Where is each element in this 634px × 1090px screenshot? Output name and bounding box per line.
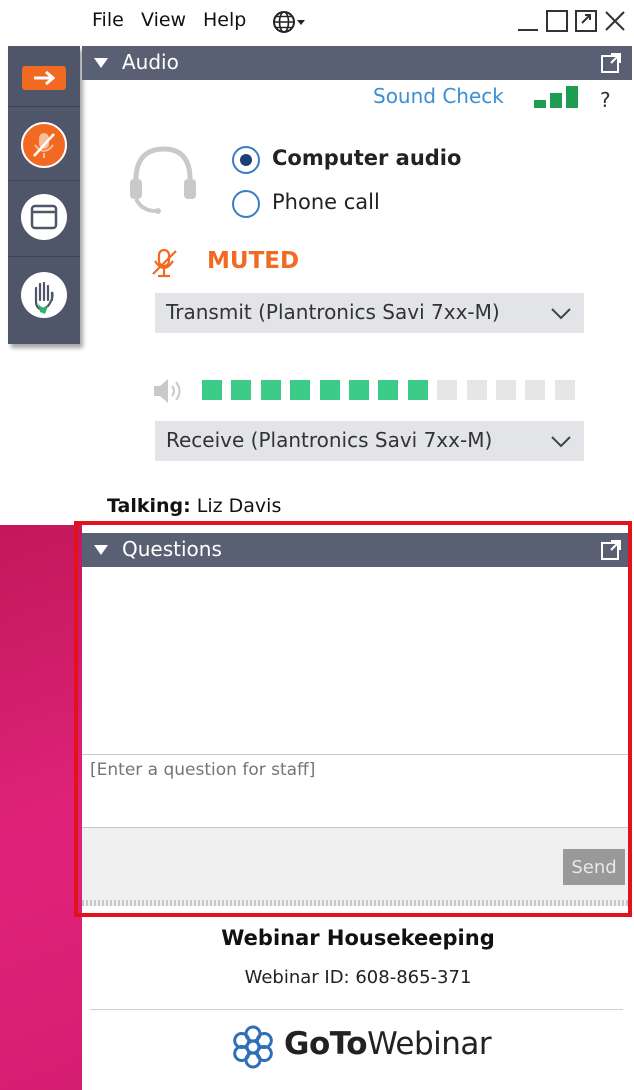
collapse-triangle-icon[interactable] — [94, 58, 108, 68]
questions-panel-title: Questions — [122, 537, 222, 561]
volume-segment — [260, 380, 281, 400]
receive-device-value: Receive (Plantronics Savi 7xx-M) — [166, 428, 493, 452]
gotowebinar-logo-icon — [233, 1025, 273, 1069]
raise-hand-icon[interactable] — [21, 272, 67, 318]
volume-segment — [202, 380, 222, 400]
resize-grip[interactable] — [82, 900, 630, 906]
control-toolbar — [8, 46, 80, 344]
volume-segment — [437, 380, 458, 400]
menu-help[interactable]: Help — [203, 9, 246, 31]
volume-segment — [378, 380, 399, 400]
globe-icon[interactable] — [272, 10, 305, 34]
collapse-triangle-icon[interactable] — [94, 545, 108, 555]
popout-icon[interactable] — [600, 539, 622, 561]
audio-panel-title: Audio — [122, 50, 179, 74]
send-button[interactable]: Send — [563, 849, 625, 885]
talking-indicator: Talking: Liz Davis — [107, 495, 281, 517]
help-icon[interactable]: ? — [600, 88, 611, 112]
menu-view[interactable]: View — [141, 9, 186, 31]
questions-panel-header[interactable]: Questions — [82, 533, 632, 567]
close-icon[interactable] — [602, 8, 628, 34]
transmit-device-value: Transmit (Plantronics Savi 7xx-M) — [166, 300, 500, 324]
volume-segment — [290, 380, 311, 400]
minimize-icon[interactable] — [515, 8, 541, 34]
computer-audio-label: Computer audio — [272, 146, 462, 170]
receive-device-select[interactable]: Receive (Plantronics Savi 7xx-M) — [155, 421, 584, 461]
volume-segment — [525, 380, 546, 400]
volume-segment — [349, 380, 369, 400]
volume-segment — [319, 380, 340, 400]
microphone-muted-icon — [150, 247, 180, 279]
webinar-id: Webinar ID: 608-865-371 — [244, 967, 472, 988]
talking-name: Liz Davis — [196, 495, 282, 517]
background-accent — [0, 525, 82, 1090]
arrow-right-icon[interactable] — [22, 66, 66, 90]
restore-icon[interactable] — [573, 8, 599, 34]
menu-bar: File View Help — [82, 0, 634, 44]
phone-call-radio[interactable] — [232, 190, 260, 218]
chevron-down-icon — [551, 308, 571, 320]
question-input[interactable] — [84, 756, 628, 826]
questions-log — [82, 568, 630, 754]
maximize-icon[interactable] — [544, 8, 570, 34]
question-actions — [82, 828, 630, 906]
webinar-title: Webinar Housekeeping — [221, 926, 495, 950]
muted-status: MUTED — [207, 248, 300, 274]
computer-audio-radio[interactable] — [232, 146, 260, 174]
talking-label: Talking: — [107, 495, 191, 517]
volume-segment — [496, 380, 516, 400]
popout-icon[interactable] — [600, 52, 622, 74]
signal-bars-icon — [532, 84, 584, 110]
transmit-device-select[interactable]: Transmit (Plantronics Savi 7xx-M) — [155, 293, 584, 333]
volume-segment — [466, 380, 487, 400]
brand-light: Webinar — [367, 1026, 492, 1062]
volume-segment — [554, 380, 575, 400]
window-icon[interactable] — [21, 194, 67, 240]
speaker-icon — [151, 376, 187, 406]
phone-call-label: Phone call — [272, 190, 380, 214]
chevron-down-icon — [551, 436, 571, 448]
brand-bold: GoTo — [284, 1026, 368, 1062]
volume-segment — [231, 380, 252, 400]
gotowebinar-logo: GoToWebinar — [228, 1018, 492, 1074]
microphone-muted-icon[interactable] — [21, 122, 67, 168]
audio-panel-header[interactable]: Audio — [82, 46, 632, 80]
menu-file[interactable]: File — [92, 9, 124, 31]
sound-check-link[interactable]: Sound Check — [373, 84, 504, 108]
volume-segment — [407, 380, 428, 400]
headset-icon — [124, 141, 202, 219]
